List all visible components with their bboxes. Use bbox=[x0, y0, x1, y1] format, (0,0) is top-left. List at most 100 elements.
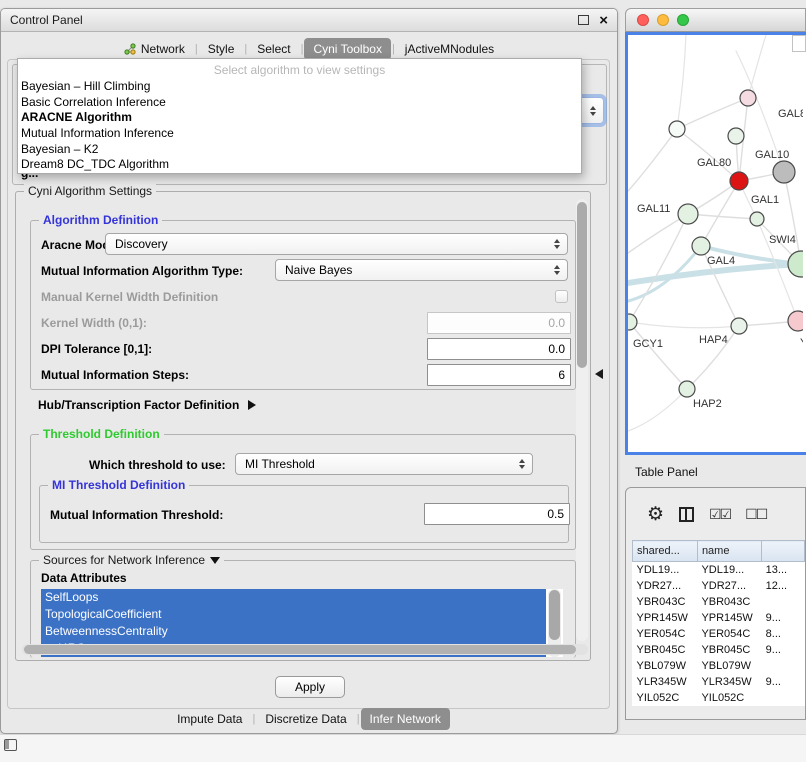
table-row[interactable]: YBR043CYBR043C bbox=[633, 594, 805, 610]
algorithm-option[interactable]: Dream8 DC_TDC Algorithm bbox=[18, 157, 581, 173]
network-edge[interactable] bbox=[628, 389, 687, 431]
tab-discretize-data[interactable]: Discretize Data bbox=[256, 708, 355, 730]
panel-collapse-arrow[interactable] bbox=[595, 369, 603, 379]
table-cell: 9... bbox=[762, 674, 805, 690]
network-node-label: GAL11 bbox=[637, 203, 670, 215]
table-cell: YBR043C bbox=[633, 594, 698, 610]
tab-separator: | bbox=[301, 43, 304, 55]
tab-style[interactable]: Style bbox=[199, 38, 244, 60]
attribute-item[interactable]: SelfLoops bbox=[41, 589, 546, 606]
close-button[interactable] bbox=[637, 14, 649, 26]
table-cell: YPR145W bbox=[633, 610, 698, 626]
network-node[interactable] bbox=[750, 212, 764, 226]
which-threshold-label: Which threshold to use: bbox=[89, 458, 226, 472]
select-checkboxes-icon[interactable]: ☑☑ bbox=[709, 506, 730, 523]
algorithm-option[interactable]: Basic Correlation Inference bbox=[18, 95, 581, 111]
which-threshold-select[interactable]: MI Threshold bbox=[235, 453, 533, 475]
tab-select[interactable]: Select bbox=[248, 38, 299, 60]
network-edge[interactable] bbox=[629, 214, 688, 322]
settings-vertical-scrollbar[interactable] bbox=[576, 199, 588, 641]
deselect-checkboxes-icon[interactable]: ☐☐ bbox=[745, 506, 766, 523]
algorithm-dropdown-popup: Select algorithm to view settings Bayesi… bbox=[17, 58, 582, 174]
mi-steps-input[interactable] bbox=[427, 364, 571, 386]
float-window-icon[interactable] bbox=[578, 15, 589, 25]
tab-label: Style bbox=[208, 42, 235, 56]
attribute-item[interactable]: TopologicalCoefficient bbox=[41, 606, 546, 623]
mi-algorithm-type-select[interactable]: Naive Bayes bbox=[275, 259, 568, 281]
aracne-mode-select[interactable]: Discovery bbox=[105, 233, 568, 255]
show-panel-icon[interactable] bbox=[4, 739, 17, 751]
network-node[interactable] bbox=[692, 237, 710, 255]
table-panel-title: Table Panel bbox=[635, 465, 698, 479]
tab-impute-data[interactable]: Impute Data bbox=[168, 708, 251, 730]
table-row[interactable]: YDL19...YDL19...13... bbox=[633, 562, 805, 579]
tab-network[interactable]: Network bbox=[115, 38, 194, 60]
table-row[interactable]: YBL079WYBL079W bbox=[633, 658, 805, 674]
algorithm-option[interactable]: Bayesian – Hill Climbing bbox=[18, 79, 581, 95]
scrollbar-thumb[interactable] bbox=[24, 645, 576, 654]
mi-type-label: Mutual Information Algorithm Type: bbox=[41, 264, 243, 278]
tab-jactivemnodules[interactable]: jActiveMNodules bbox=[396, 38, 503, 60]
attribute-item[interactable]: BetweennessCentrality bbox=[41, 623, 546, 640]
mi-threshold-input[interactable] bbox=[424, 503, 570, 525]
table-cell: YER054C bbox=[697, 626, 761, 642]
control-panel-titlebar[interactable]: Control Panel × bbox=[1, 9, 617, 32]
close-icon[interactable]: × bbox=[599, 13, 608, 28]
table-cell: YBR045C bbox=[697, 642, 761, 658]
table-row[interactable]: YBR045CYBR045C9... bbox=[633, 642, 805, 658]
manual-kernel-label: Manual Kernel Width Definition bbox=[41, 290, 218, 304]
scrollbar-thumb[interactable] bbox=[577, 202, 587, 368]
table-cell: 9... bbox=[762, 610, 805, 626]
zoom-button[interactable] bbox=[677, 14, 689, 26]
apply-button[interactable]: Apply bbox=[275, 676, 345, 698]
table-row[interactable]: YIL052CYIL052C bbox=[633, 690, 805, 706]
hub-definition-expander[interactable]: Hub/Transcription Factor Definition bbox=[38, 398, 256, 412]
network-node[interactable] bbox=[628, 314, 637, 330]
network-node[interactable] bbox=[728, 128, 744, 144]
scrollbar-thumb[interactable] bbox=[549, 590, 560, 640]
tab-separator: | bbox=[244, 43, 247, 55]
node-table: shared...name YDL19...YDL19...13...YDR27… bbox=[632, 540, 805, 706]
network-canvas[interactable]: GAL8GAL80GAL10GAL11GAL1SWI4GAL4GCY1HAP4Y… bbox=[625, 32, 806, 455]
gear-icon[interactable]: ⚙ bbox=[647, 505, 664, 524]
kernel-width-input bbox=[427, 312, 571, 334]
minimize-button[interactable] bbox=[657, 14, 669, 26]
network-node[interactable] bbox=[730, 172, 748, 190]
algorithm-option[interactable]: Mutual Information Inference bbox=[18, 126, 581, 142]
network-node[interactable] bbox=[788, 311, 803, 331]
table-row[interactable]: YER054CYER054C8... bbox=[633, 626, 805, 642]
column-header[interactable] bbox=[762, 541, 805, 562]
network-edge[interactable] bbox=[748, 35, 766, 98]
mi-threshold-label: Mutual Information Threshold: bbox=[50, 508, 223, 522]
network-node[interactable] bbox=[773, 161, 795, 183]
network-edge[interactable] bbox=[628, 129, 677, 191]
columns-icon[interactable] bbox=[679, 507, 694, 522]
dpi-tolerance-input[interactable] bbox=[427, 338, 571, 360]
column-header[interactable]: shared... bbox=[633, 541, 698, 562]
screen: Control Panel × Network|Style|Select|Cyn… bbox=[0, 0, 806, 762]
network-node-label: GCY1 bbox=[633, 338, 663, 350]
network-node[interactable] bbox=[788, 251, 803, 277]
tab-cyni-toolbox[interactable]: Cyni Toolbox bbox=[304, 38, 390, 60]
algorithm-option[interactable]: ARACNE Algorithm bbox=[18, 110, 581, 126]
network-node[interactable] bbox=[731, 318, 747, 334]
network-window-titlebar[interactable] bbox=[625, 8, 806, 32]
algorithm-option[interactable]: Bayesian – K2 bbox=[18, 142, 581, 158]
sources-title[interactable]: Sources for Network Inference bbox=[39, 553, 224, 567]
table-row[interactable]: YLR345WYLR345W9... bbox=[633, 674, 805, 690]
network-node[interactable] bbox=[678, 204, 698, 224]
network-node[interactable] bbox=[669, 121, 685, 137]
network-edge[interactable] bbox=[701, 181, 739, 246]
dropdown-placeholder[interactable]: Select algorithm to view settings bbox=[18, 61, 581, 79]
network-edge[interactable] bbox=[629, 322, 739, 328]
network-node[interactable] bbox=[740, 90, 756, 106]
network-edge[interactable] bbox=[629, 322, 687, 389]
table-row[interactable]: YPR145WYPR145W9... bbox=[633, 610, 805, 626]
network-edge[interactable] bbox=[677, 98, 748, 129]
tab-infer-network[interactable]: Infer Network bbox=[361, 708, 450, 730]
network-node[interactable] bbox=[679, 381, 695, 397]
table-row[interactable]: YDR27...YDR27...12... bbox=[633, 578, 805, 594]
network-edge[interactable] bbox=[677, 35, 686, 129]
settings-horizontal-scrollbar[interactable] bbox=[22, 644, 588, 655]
column-header[interactable]: name bbox=[697, 541, 761, 562]
